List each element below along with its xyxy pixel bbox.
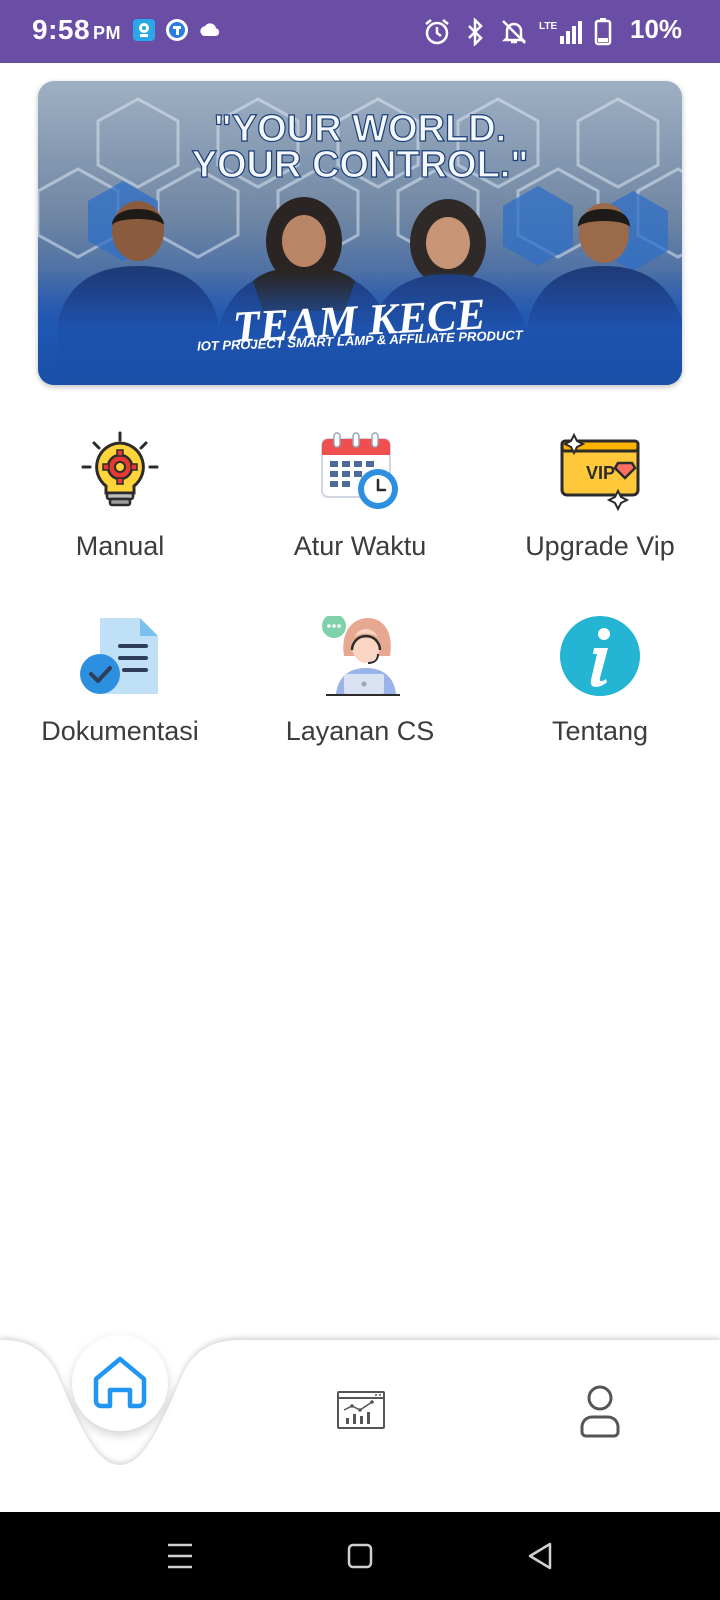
svg-text:VIP: VIP (586, 463, 615, 483)
silent-bell-icon (501, 20, 527, 44)
menu-item-upgrade-vip[interactable]: VIP Upgrade Vip (480, 431, 720, 601)
system-back-button[interactable] (498, 1512, 578, 1600)
back-triangle-icon (528, 1542, 552, 1570)
banner-artwork: "YOUR WORLD. YOUR CONTROL." TEAM KECE IO… (38, 97, 682, 385)
menu-item-atur-waktu[interactable]: Atur Waktu (240, 431, 480, 601)
home-square-icon (347, 1543, 373, 1569)
svg-text:LTE: LTE (539, 21, 557, 32)
nav-home-button[interactable] (72, 1335, 168, 1431)
system-navigation-bar (0, 1512, 720, 1600)
system-home-button[interactable] (320, 1512, 400, 1600)
menu-label-tentang: Tentang (551, 716, 649, 746)
customer-service-icon (322, 616, 400, 696)
status-bar: 9:58 PM LTE 10% (0, 0, 720, 63)
status-time-ampm: PM (93, 23, 122, 43)
cloud-icon (200, 23, 220, 36)
menu-label-upgrade-vip: Upgrade Vip (525, 531, 675, 561)
messenger-notification-icon (166, 19, 188, 41)
menu-item-dokumentasi[interactable]: Dokumentasi (0, 616, 240, 786)
menu-label-atur-waktu: Atur Waktu (293, 531, 427, 561)
home-icon (93, 1356, 147, 1409)
status-time: 9:58 PM (32, 14, 121, 46)
system-menu-button[interactable] (140, 1512, 220, 1600)
user-icon (580, 1385, 620, 1438)
lte-signal-icon: LTE (539, 21, 582, 44)
chart-window-icon (337, 1391, 385, 1429)
menu-icon (168, 1543, 192, 1569)
bluetooth-icon (468, 18, 483, 46)
menu-item-manual[interactable]: Manual (0, 431, 240, 601)
menu-label-layanan-cs: Layanan CS (285, 716, 435, 746)
menu-item-layanan-cs[interactable]: Layanan CS (240, 616, 480, 786)
menu-label-manual: Manual (75, 531, 165, 561)
document-check-icon (80, 618, 158, 694)
promo-banner[interactable]: "YOUR WORLD. YOUR CONTROL." TEAM KECE IO… (38, 81, 682, 385)
vip-ticket-icon: VIP (560, 432, 640, 511)
battery-icon (594, 18, 612, 46)
nav-profile-button[interactable] (565, 1380, 635, 1450)
app-notification-icon (133, 19, 155, 41)
banner-headline-line2: YOUR CONTROL." (192, 144, 529, 186)
nav-statistics-button[interactable] (326, 1380, 396, 1450)
calendar-clock-icon (321, 432, 398, 509)
status-time-value: 9:58 (32, 14, 91, 45)
lightbulb-gear-icon (81, 431, 159, 507)
menu-item-tentang[interactable]: Tentang (480, 616, 720, 786)
info-icon (560, 616, 640, 696)
battery-percentage: 10% (630, 14, 683, 44)
alarm-icon (425, 19, 449, 45)
menu-label-dokumentasi: Dokumentasi (41, 716, 199, 746)
